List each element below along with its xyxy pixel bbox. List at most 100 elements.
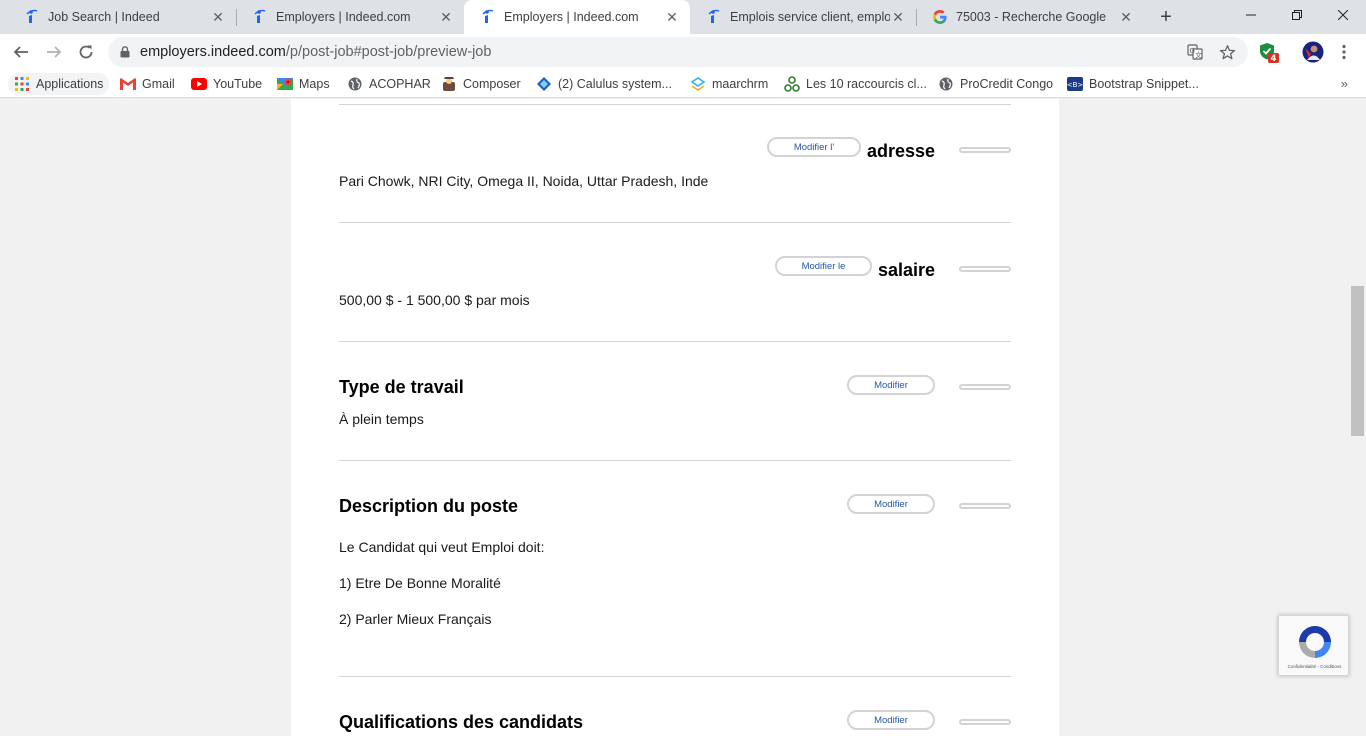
window-close-button[interactable]: [1320, 0, 1366, 30]
edit-address-button[interactable]: Modifier l': [767, 137, 861, 157]
section-divider: [339, 341, 1011, 342]
google-icon: [932, 9, 948, 25]
edit-description-button[interactable]: Modifier: [847, 494, 935, 514]
bookmark-label: YouTube: [213, 77, 263, 91]
bookmark-raccourcis[interactable]: Les 10 raccourcis cl...: [784, 73, 927, 95]
bookmark-label: Les 10 raccourcis cl...: [806, 77, 927, 91]
bookmark-label: Composer: [463, 77, 521, 91]
address-action-button[interactable]: [959, 147, 1011, 153]
url-host: employers.indeed.com: [140, 44, 286, 60]
section-divider: [339, 460, 1011, 461]
qualifications-action-button[interactable]: [959, 719, 1011, 725]
lock-icon[interactable]: [120, 46, 130, 58]
recaptcha-links[interactable]: Confidentialité - Conditions: [1279, 664, 1350, 669]
reload-icon: [79, 45, 93, 59]
close-window-icon: [1338, 10, 1348, 20]
bookmark-label: Maps: [299, 77, 330, 91]
tab-title: Emplois service client, emploi: [730, 10, 890, 24]
back-button[interactable]: [7, 38, 35, 66]
tab-title: Employers | Indeed.com: [276, 10, 411, 24]
bookmark-label: Applications: [36, 77, 104, 91]
salary-value: 500,00 $ - 1 500,00 $ par mois: [339, 292, 530, 308]
calculus-icon: [536, 76, 552, 92]
close-icon[interactable]: ✕: [438, 9, 454, 25]
indeed-icon: [706, 9, 722, 25]
page-scrollbar-thumb[interactable]: [1351, 286, 1364, 436]
extension-badge: 4: [1271, 54, 1277, 64]
composer-icon: [441, 76, 457, 92]
bookmarks-overflow-button[interactable]: »: [1341, 76, 1348, 91]
edit-qualifications-button[interactable]: Modifier: [847, 710, 935, 730]
bookmark-bootstrap[interactable]: <B> Bootstrap Snippet...: [1067, 73, 1199, 95]
bookmark-procredit[interactable]: ProCredit Congo: [938, 73, 1053, 95]
job-preview-card: Modifier l' adresse Pari Chowk, NRI City…: [291, 99, 1059, 736]
gmail-icon: [120, 76, 136, 92]
tab-title: 75003 - Recherche Google: [956, 10, 1107, 24]
youtube-icon: [191, 76, 207, 92]
bookmark-maps[interactable]: Maps: [277, 73, 330, 95]
tab-emplois-service-client[interactable]: Emplois service client, emploi ✕: [690, 0, 916, 34]
menu-kebab-icon[interactable]: [1335, 43, 1353, 61]
page-viewport: Modifier l' adresse Pari Chowk, NRI City…: [0, 99, 1366, 736]
section-divider: [339, 104, 1011, 105]
close-icon[interactable]: ✕: [890, 9, 906, 25]
recaptcha-icon: [1299, 626, 1331, 658]
new-tab-button[interactable]: +: [1154, 5, 1178, 29]
description-heading: Description du poste: [339, 496, 519, 516]
maarch-icon: [690, 76, 706, 92]
indeed-icon: [252, 9, 268, 25]
bookmark-calculus[interactable]: (2) Calulus system...: [536, 73, 672, 95]
browser-toolbar: employers.indeed.com/p/post-job#post-job…: [0, 34, 1366, 70]
bookmark-maarchrm[interactable]: maarchrm: [690, 73, 768, 95]
restore-icon: [1292, 10, 1302, 20]
apps-grid-icon: [14, 76, 30, 92]
restore-button[interactable]: [1274, 0, 1320, 30]
tab-job-search[interactable]: Job Search | Indeed ✕: [8, 0, 236, 34]
recaptcha-badge[interactable]: Confidentialité - Conditions: [1278, 615, 1349, 676]
tab-title: Job Search | Indeed: [48, 10, 160, 24]
close-icon[interactable]: ✕: [1118, 9, 1134, 25]
bookmark-label: (2) Calulus system...: [558, 77, 672, 91]
job-type-value: À plein temps: [339, 411, 424, 427]
url-path: /p/post-job#post-job/preview-job: [285, 44, 492, 60]
salary-action-button[interactable]: [959, 266, 1011, 272]
bookmark-label: ACOPHAR: [369, 77, 431, 91]
globe-icon: [938, 76, 954, 92]
bookmark-star-icon[interactable]: [1218, 43, 1236, 61]
job-type-heading: Type de travail: [339, 377, 464, 397]
translate-icon[interactable]: G文: [1186, 43, 1204, 61]
tab-employers-active[interactable]: Employers | Indeed.com ✕: [464, 0, 690, 34]
bookmark-youtube[interactable]: YouTube: [191, 73, 262, 95]
close-icon[interactable]: ✕: [210, 9, 226, 25]
bookmark-acophar[interactable]: ACOPHAR: [347, 73, 431, 95]
description-action-button[interactable]: [959, 503, 1011, 509]
tree-icon: [784, 76, 800, 92]
tab-google-search[interactable]: 75003 - Recherche Google ✕: [916, 0, 1144, 34]
minimize-icon: [1246, 14, 1256, 16]
close-icon[interactable]: ✕: [664, 9, 680, 25]
edit-salary-button[interactable]: Modifier le: [775, 256, 872, 276]
bookmark-applications[interactable]: Applications: [8, 73, 110, 95]
description-line: Le Candidat qui veut Emploi doit:: [339, 539, 545, 555]
description-line: 2) Parler Mieux Français: [339, 611, 492, 627]
edit-job-type-button[interactable]: Modifier: [847, 375, 935, 395]
bookmark-label: Bootstrap Snippet...: [1089, 77, 1199, 91]
address-heading: adresse: [867, 141, 936, 161]
bookmark-label: maarchrm: [712, 77, 769, 91]
bookmark-label: Gmail: [142, 77, 175, 91]
minimize-button[interactable]: [1228, 0, 1274, 30]
profile-avatar[interactable]: [1301, 40, 1325, 64]
forward-arrow-icon: [47, 46, 62, 58]
reload-button[interactable]: [72, 38, 100, 66]
tab-strip: Job Search | Indeed ✕ Employers | Indeed…: [0, 0, 1366, 34]
forward-button[interactable]: [40, 38, 68, 66]
bookmarks-bar: Applications Gmail YouTube Maps ACOPHAR …: [0, 70, 1366, 98]
tab-employers-1[interactable]: Employers | Indeed.com ✕: [236, 0, 464, 34]
indeed-icon: [24, 9, 40, 25]
bookmark-gmail[interactable]: Gmail: [120, 73, 175, 95]
bookmark-composer[interactable]: Composer: [441, 73, 521, 95]
address-bar[interactable]: employers.indeed.com/p/post-job#post-job…: [108, 37, 1248, 67]
section-divider: [339, 222, 1011, 223]
job-type-action-button[interactable]: [959, 384, 1011, 390]
extension-shield-icon[interactable]: 4: [1257, 41, 1281, 65]
